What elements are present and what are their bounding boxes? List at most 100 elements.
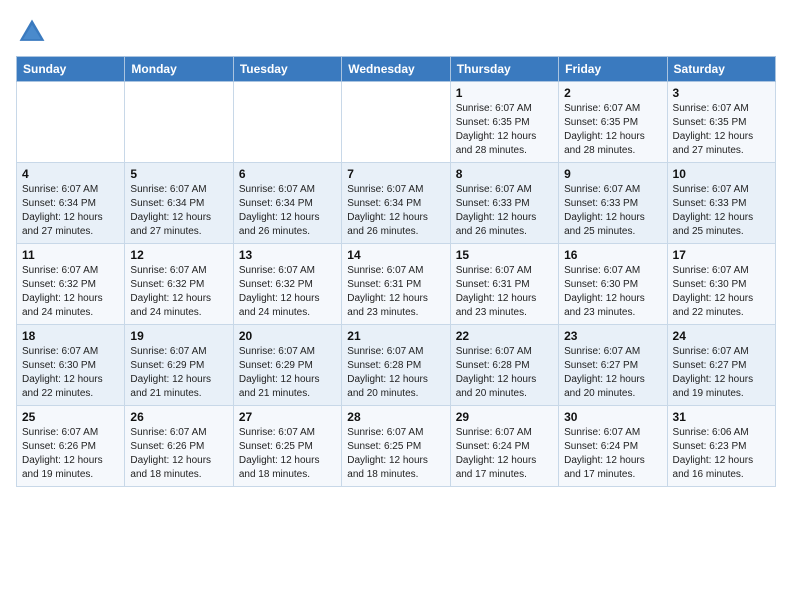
calendar-cell: 11 Sunrise: 6:07 AM Sunset: 6:32 PM Dayli… xyxy=(17,244,125,325)
calendar-cell: 21 Sunrise: 6:07 AM Sunset: 6:28 PM Dayli… xyxy=(342,325,450,406)
day-number: 12 xyxy=(130,248,227,262)
day-number: 9 xyxy=(564,167,661,181)
calendar-cell: 29 Sunrise: 6:07 AM Sunset: 6:24 PM Dayli… xyxy=(450,406,558,487)
day-number: 10 xyxy=(673,167,770,181)
day-number: 11 xyxy=(22,248,119,262)
calendar-week-4: 18 Sunrise: 6:07 AM Sunset: 6:30 PM Dayli… xyxy=(17,325,776,406)
day-info: Sunrise: 6:07 AM Sunset: 6:28 PM Dayligh… xyxy=(347,345,444,401)
calendar-body: 1 Sunrise: 6:07 AM Sunset: 6:35 PM Daylig… xyxy=(17,82,776,487)
day-number: 6 xyxy=(239,167,336,181)
calendar-cell: 31 Sunrise: 6:06 AM Sunset: 6:23 PM Dayli… xyxy=(667,406,775,487)
day-info: Sunrise: 6:07 AM Sunset: 6:33 PM Dayligh… xyxy=(456,183,553,239)
logo xyxy=(16,16,52,48)
calendar-cell: 15Sunrise: 6:07 AM Sunset: 6:31 PM Dayli… xyxy=(450,244,558,325)
calendar-cell: 13 Sunrise: 6:07 AM Sunset: 6:32 PM Dayli… xyxy=(233,244,341,325)
day-header-monday: Monday xyxy=(125,57,233,82)
calendar-cell xyxy=(233,82,341,163)
day-info: Sunrise: 6:06 AM Sunset: 6:23 PM Dayligh… xyxy=(673,426,770,482)
calendar-cell: 2 Sunrise: 6:07 AM Sunset: 6:35 PM Daylig… xyxy=(559,82,667,163)
day-number: 18 xyxy=(22,329,119,343)
day-number: 23 xyxy=(564,329,661,343)
calendar-cell: 26 Sunrise: 6:07 AM Sunset: 6:26 PM Dayli… xyxy=(125,406,233,487)
day-number: 24 xyxy=(673,329,770,343)
calendar-cell: 23 Sunrise: 6:07 AM Sunset: 6:27 PM Dayli… xyxy=(559,325,667,406)
day-header-friday: Friday xyxy=(559,57,667,82)
calendar-cell: 7 Sunrise: 6:07 AM Sunset: 6:34 PM Daylig… xyxy=(342,163,450,244)
day-info: Sunrise: 6:07 AM Sunset: 6:31 PM Dayligh… xyxy=(347,264,444,320)
calendar-table: SundayMondayTuesdayWednesdayThursdayFrid… xyxy=(16,56,776,487)
day-info: Sunrise: 6:07 AM Sunset: 6:25 PM Dayligh… xyxy=(347,426,444,482)
day-number: 13 xyxy=(239,248,336,262)
day-number: 19 xyxy=(130,329,227,343)
calendar-cell: 22 Sunrise: 6:07 AM Sunset: 6:28 PM Dayli… xyxy=(450,325,558,406)
day-header-thursday: Thursday xyxy=(450,57,558,82)
day-number: 7 xyxy=(347,167,444,181)
calendar-week-5: 25 Sunrise: 6:07 AM Sunset: 6:26 PM Dayli… xyxy=(17,406,776,487)
day-info: Sunrise: 6:07 AM Sunset: 6:33 PM Dayligh… xyxy=(673,183,770,239)
day-info: Sunrise: 6:07 AM Sunset: 6:32 PM Dayligh… xyxy=(130,264,227,320)
day-number: 16 xyxy=(564,248,661,262)
calendar-cell: 16 Sunrise: 6:07 AM Sunset: 6:30 PM Dayli… xyxy=(559,244,667,325)
calendar-cell xyxy=(125,82,233,163)
calendar-cell: 5 Sunrise: 6:07 AM Sunset: 6:34 PM Daylig… xyxy=(125,163,233,244)
day-number: 29 xyxy=(456,410,553,424)
day-info: Sunrise: 6:07 AM Sunset: 6:30 PM Dayligh… xyxy=(564,264,661,320)
calendar-cell: 20 Sunrise: 6:07 AM Sunset: 6:29 PM Dayli… xyxy=(233,325,341,406)
calendar-cell: 27Sunrise: 6:07 AM Sunset: 6:25 PM Dayli… xyxy=(233,406,341,487)
calendar-cell xyxy=(342,82,450,163)
day-info: Sunrise: 6:07 AM Sunset: 6:32 PM Dayligh… xyxy=(239,264,336,320)
calendar-cell xyxy=(17,82,125,163)
calendar-cell: 6 Sunrise: 6:07 AM Sunset: 6:34 PM Daylig… xyxy=(233,163,341,244)
day-number: 31 xyxy=(673,410,770,424)
day-header-sunday: Sunday xyxy=(17,57,125,82)
day-number: 21 xyxy=(347,329,444,343)
day-number: 20 xyxy=(239,329,336,343)
calendar-week-3: 11 Sunrise: 6:07 AM Sunset: 6:32 PM Dayli… xyxy=(17,244,776,325)
day-info: Sunrise: 6:07 AM Sunset: 6:35 PM Dayligh… xyxy=(673,102,770,158)
day-info: Sunrise: 6:07 AM Sunset: 6:32 PM Dayligh… xyxy=(22,264,119,320)
day-info: Sunrise: 6:07 AM Sunset: 6:26 PM Dayligh… xyxy=(130,426,227,482)
day-info: Sunrise: 6:07 AM Sunset: 6:34 PM Dayligh… xyxy=(347,183,444,239)
day-number: 1 xyxy=(456,86,553,100)
day-info: Sunrise: 6:07 AM Sunset: 6:30 PM Dayligh… xyxy=(22,345,119,401)
calendar-week-1: 1 Sunrise: 6:07 AM Sunset: 6:35 PM Daylig… xyxy=(17,82,776,163)
day-number: 15 xyxy=(456,248,553,262)
calendar-cell: 1Sunrise: 6:07 AM Sunset: 6:35 PM Daylig… xyxy=(450,82,558,163)
calendar-cell: 28Sunrise: 6:07 AM Sunset: 6:25 PM Dayli… xyxy=(342,406,450,487)
calendar-header-row: SundayMondayTuesdayWednesdayThursdayFrid… xyxy=(17,57,776,82)
day-header-tuesday: Tuesday xyxy=(233,57,341,82)
day-info: Sunrise: 6:07 AM Sunset: 6:29 PM Dayligh… xyxy=(239,345,336,401)
day-number: 2 xyxy=(564,86,661,100)
day-info: Sunrise: 6:07 AM Sunset: 6:29 PM Dayligh… xyxy=(130,345,227,401)
calendar-week-2: 4Sunrise: 6:07 AM Sunset: 6:34 PM Daylig… xyxy=(17,163,776,244)
day-info: Sunrise: 6:07 AM Sunset: 6:28 PM Dayligh… xyxy=(456,345,553,401)
day-info: Sunrise: 6:07 AM Sunset: 6:30 PM Dayligh… xyxy=(673,264,770,320)
day-info: Sunrise: 6:07 AM Sunset: 6:34 PM Dayligh… xyxy=(239,183,336,239)
day-info: Sunrise: 6:07 AM Sunset: 6:27 PM Dayligh… xyxy=(564,345,661,401)
day-info: Sunrise: 6:07 AM Sunset: 6:34 PM Dayligh… xyxy=(130,183,227,239)
day-info: Sunrise: 6:07 AM Sunset: 6:24 PM Dayligh… xyxy=(456,426,553,482)
day-info: Sunrise: 6:07 AM Sunset: 6:34 PM Dayligh… xyxy=(22,183,119,239)
calendar-cell: 12 Sunrise: 6:07 AM Sunset: 6:32 PM Dayli… xyxy=(125,244,233,325)
day-number: 30 xyxy=(564,410,661,424)
calendar-cell: 3Sunrise: 6:07 AM Sunset: 6:35 PM Daylig… xyxy=(667,82,775,163)
calendar-cell: 18 Sunrise: 6:07 AM Sunset: 6:30 PM Dayli… xyxy=(17,325,125,406)
calendar-cell: 19 Sunrise: 6:07 AM Sunset: 6:29 PM Dayli… xyxy=(125,325,233,406)
calendar-cell: 25 Sunrise: 6:07 AM Sunset: 6:26 PM Dayli… xyxy=(17,406,125,487)
day-number: 26 xyxy=(130,410,227,424)
day-number: 8 xyxy=(456,167,553,181)
calendar-cell: 10 Sunrise: 6:07 AM Sunset: 6:33 PM Dayli… xyxy=(667,163,775,244)
calendar-cell: 8 Sunrise: 6:07 AM Sunset: 6:33 PM Daylig… xyxy=(450,163,558,244)
calendar-cell: 4Sunrise: 6:07 AM Sunset: 6:34 PM Daylig… xyxy=(17,163,125,244)
day-number: 5 xyxy=(130,167,227,181)
day-header-saturday: Saturday xyxy=(667,57,775,82)
calendar-cell: 24Sunrise: 6:07 AM Sunset: 6:27 PM Dayli… xyxy=(667,325,775,406)
day-number: 22 xyxy=(456,329,553,343)
page-header xyxy=(16,16,776,48)
day-info: Sunrise: 6:07 AM Sunset: 6:26 PM Dayligh… xyxy=(22,426,119,482)
day-info: Sunrise: 6:07 AM Sunset: 6:35 PM Dayligh… xyxy=(564,102,661,158)
calendar-cell: 17Sunrise: 6:07 AM Sunset: 6:30 PM Dayli… xyxy=(667,244,775,325)
day-info: Sunrise: 6:07 AM Sunset: 6:24 PM Dayligh… xyxy=(564,426,661,482)
day-number: 14 xyxy=(347,248,444,262)
day-number: 25 xyxy=(22,410,119,424)
